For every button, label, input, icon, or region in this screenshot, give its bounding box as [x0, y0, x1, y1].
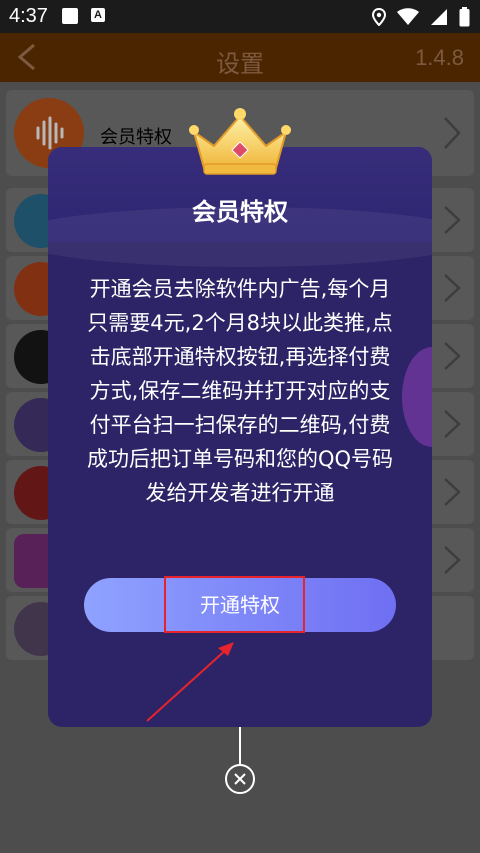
close-connector [239, 727, 241, 764]
location-icon [371, 7, 386, 26]
status-icons [366, 6, 470, 28]
vip-dialog: 会员特权 开通会员去除软件内广告,每个月只需要4元,2个月8块以此类推,点击底部… [48, 147, 432, 727]
page-title: 设置 [216, 50, 264, 78]
notification-square-icon [62, 8, 78, 24]
signal-icon [430, 8, 447, 25]
battery-icon [459, 6, 470, 26]
status-time: 4:37 [9, 5, 48, 27]
app-bar: 设置 1.4.8 [0, 33, 480, 82]
close-icon[interactable] [224, 763, 256, 795]
notification-app-icon: A [91, 8, 105, 22]
dialog-title: 会员特权 [192, 198, 288, 226]
status-bar: 4:37 A [0, 0, 480, 33]
highlight-box [164, 576, 305, 633]
dialog-body-text: 开通会员去除软件内广告,每个月只需要4元,2个月8块以此类推,点击底部开通特权按… [86, 277, 394, 505]
dialog-blob-decoration [402, 347, 432, 447]
wifi-icon [396, 7, 419, 25]
crown-icon [189, 108, 291, 175]
version-label: 1.4.8 [415, 45, 464, 70]
